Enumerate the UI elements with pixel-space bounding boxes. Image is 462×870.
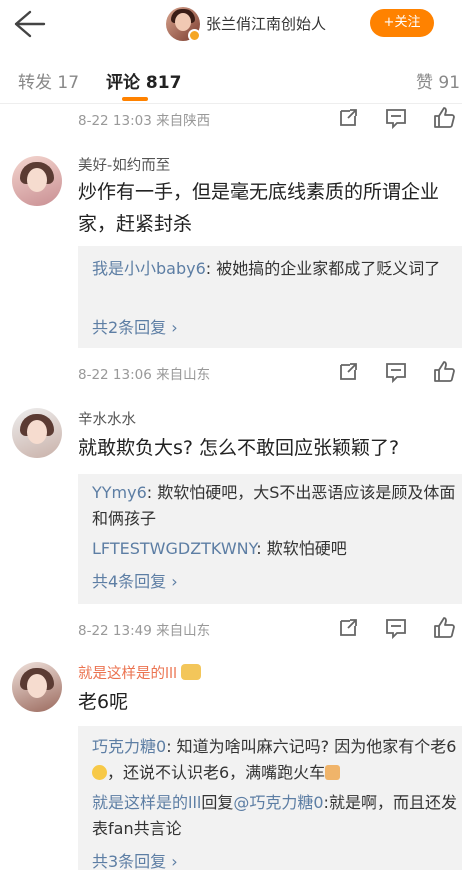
comment-time-location: 8-22 13:06 来自山东 (78, 367, 211, 383)
comment-icon[interactable] (384, 616, 408, 640)
reply-verb: 回复 (201, 793, 234, 812)
tab-comments[interactable]: 评论 817 (106, 68, 181, 93)
thumbs-down-emoji-icon (325, 765, 341, 780)
tab-forward[interactable]: 转发 17 (18, 68, 79, 93)
comment-time-location: 8-22 13:49 来自山东 (78, 623, 211, 639)
share-icon[interactable] (336, 616, 360, 640)
comment-text: 炒作有一手，但是毫无底线素质的所谓企业家，赶紧封杀 (78, 181, 440, 235)
back-button[interactable] (8, 6, 48, 42)
reply-user[interactable]: 巧克力糖0 (92, 737, 166, 756)
comment-meta: 8-22 13:06 来自山东 (78, 360, 458, 384)
share-icon[interactable] (336, 106, 360, 130)
reply-mention[interactable]: @巧克力糖0 (233, 793, 323, 812)
comment-meta: 8-22 13:03 来自陕西 (78, 106, 458, 130)
like-icon[interactable] (432, 360, 456, 384)
reply-box[interactable]: 我是小小baby6: 被她搞的企业家都成了贬义词了 共2条回复 › (78, 246, 462, 348)
reply-text: : 欺软怕硬吧 (256, 539, 347, 558)
comment-time-location: 8-22 13:03 来自陕西 (78, 113, 211, 129)
reply-text: : 欺软怕硬吧，大S不出恶语应该是顾及体面和俩孩子 (92, 483, 456, 528)
like-icon[interactable] (432, 106, 456, 130)
reply-text: : 被她搞的企业家都成了贬义词了 (205, 259, 441, 278)
like-icon[interactable] (432, 616, 456, 640)
grin-emoji-icon (92, 765, 107, 780)
post-tabs: 转发 17 评论 817 赞 91 (0, 56, 462, 104)
reply-text-continued: ，还说不认识老6，满嘴跑火车 (107, 763, 326, 782)
reply-item: 巧克力糖0: 知道为啥叫麻六记吗? 因为他家有个老6 ，还说不认识老6，满嘴跑火车 (92, 734, 462, 786)
reply-item: LFTESTWGDZTKWNY: 欺软怕硬吧 (92, 536, 462, 562)
commenter-avatar[interactable] (12, 662, 62, 712)
more-replies-link[interactable]: 共2条回复 › (92, 314, 178, 338)
reply-user[interactable]: YYmy6 (92, 483, 147, 502)
commenter-name-text: 就是这样是的lll (78, 666, 178, 682)
share-icon[interactable] (336, 360, 360, 384)
commenter-name[interactable]: 美好-如约而至 (78, 154, 170, 175)
reply-item: 就是这样是的lll回复@巧克力糖0:就是啊，而且还发表fan共言论 (92, 790, 462, 842)
reply-box[interactable]: YYmy6: 欺软怕硬吧，大S不出恶语应该是顾及体面和俩孩子 LFTESTWGD… (78, 474, 462, 604)
reply-user[interactable]: 我是小小baby6 (92, 259, 206, 278)
comment-icon[interactable] (384, 106, 408, 130)
follow-button[interactable]: +关注 (370, 9, 434, 37)
back-arrow-icon (14, 10, 46, 38)
reply-user[interactable]: 就是这样是的lll (92, 793, 201, 812)
top-bar: 张兰俏江南创始人 +关注 (0, 0, 462, 48)
reply-user[interactable]: LFTESTWGDZTKWNY (92, 539, 256, 558)
author-name[interactable]: 张兰俏江南创始人 (206, 13, 326, 34)
more-replies-link[interactable]: 共4条回复 › (92, 568, 178, 592)
comment-icon[interactable] (384, 360, 408, 384)
comment-text: 老6呢 (78, 691, 129, 713)
commenter-avatar[interactable] (12, 408, 62, 458)
reply-box[interactable]: 巧克力糖0: 知道为啥叫麻六记吗? 因为他家有个老6 ，还说不认识老6，满嘴跑火车… (78, 726, 462, 870)
reply-text: : 知道为啥叫麻六记吗? 因为他家有个老6 (166, 737, 457, 756)
commenter-name[interactable]: 辛水水水 (78, 408, 136, 429)
tab-likes[interactable]: 赞 91 (416, 68, 460, 93)
comment-text: 就敢欺负大s? 怎么不敢回应张颖颖了? (78, 437, 400, 459)
commenter-avatar[interactable] (12, 156, 62, 206)
commenter-name[interactable]: 就是这样是的lll (78, 662, 202, 683)
fan-badge-icon (181, 664, 202, 680)
active-tab-indicator (122, 97, 148, 101)
verified-badge-icon (188, 29, 201, 42)
reply-item: 我是小小baby6: 被她搞的企业家都成了贬义词了 (92, 256, 462, 282)
more-replies-link[interactable]: 共3条回复 › (92, 848, 178, 870)
comment-meta: 8-22 13:49 来自山东 (78, 616, 458, 640)
reply-item: YYmy6: 欺软怕硬吧，大S不出恶语应该是顾及体面和俩孩子 (92, 480, 462, 532)
